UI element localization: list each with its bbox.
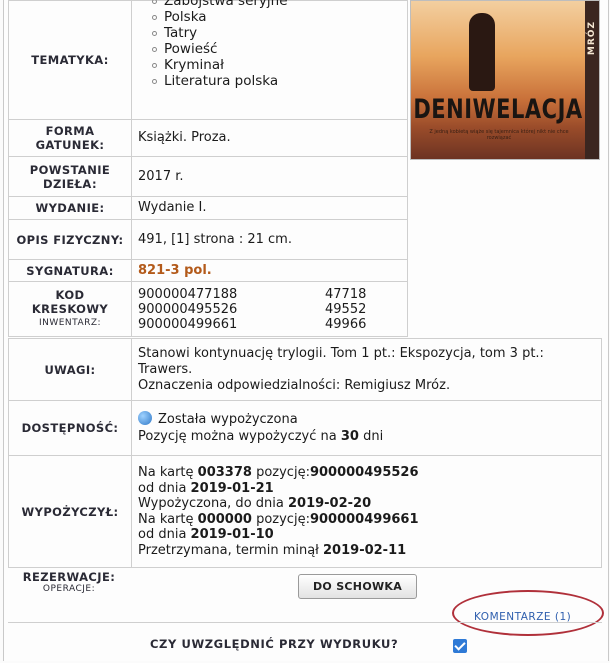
subject-item[interactable]: Literatura polska <box>152 73 401 89</box>
inventory-value: 49552 <box>325 301 367 317</box>
loan-line: od dnia 2019-01-21 <box>138 480 274 496</box>
loan-line: Na kartę 003378 pozycję:900000495526 <box>138 465 419 480</box>
dostepnosc-label: DOSTĘPNOŚĆ: <box>8 400 132 456</box>
subject-item[interactable]: Zabójstwa seryjne <box>152 0 401 9</box>
barcode-row: 900000499661 49966 <box>138 317 407 332</box>
loan-line: Przetrzymana, termin minął 2019-02-11 <box>138 542 407 558</box>
barcode-row: 900000495526 49552 <box>138 302 407 317</box>
barcode-value: 900000495526 <box>138 301 238 317</box>
subject-list: Zabójstwa seryjne Polska Tatry Powieść K… <box>138 0 401 89</box>
cover-figure <box>469 13 495 91</box>
inventory-value: 47718 <box>325 286 367 302</box>
cover-blurb: Z jedną kobietą wiąże się tajemnica któr… <box>429 129 569 141</box>
subject-item[interactable]: Polska <box>152 9 401 25</box>
loan-line: od dnia 2019-01-10 <box>138 527 274 542</box>
tematyka-label: TEMATYKA: <box>8 0 132 120</box>
inventory-value: 49966 <box>325 316 367 332</box>
bullet-icon <box>152 0 157 4</box>
bullet-icon <box>152 47 157 52</box>
print-include-checkbox[interactable] <box>453 639 467 653</box>
cover-title: DENIWELACJA <box>413 94 583 124</box>
bullet-icon <box>152 15 157 20</box>
print-include-label: CZY UWZGLĘDNIĆ PRZY WYDRUKU? <box>150 637 399 651</box>
sygnatura-label: SYGNATURA: <box>8 259 132 282</box>
barcode-value: 900000499661 <box>138 316 238 332</box>
uwagi-responsibility: Oznaczenia odpowiedzialności: Remigiusz … <box>138 377 451 393</box>
dostepnosc-value: Została wypożyczona Pozycję można wypoży… <box>131 400 602 456</box>
to-clipboard-button-wrap: DO SCHOWKA <box>298 574 418 599</box>
opis-label: OPIS FIZYCZNY: <box>8 219 132 260</box>
loan-line: Wypożyczona, do dnia 2019-02-20 <box>138 496 372 511</box>
status-globe-icon <box>138 411 152 425</box>
record-details-table: TEMATYKA: Zabójstwa seryjne Polska Tatry… <box>8 0 408 337</box>
subject-item[interactable]: Kryminał <box>152 57 401 73</box>
uwagi-row: UWAGI: Stanowi kontynuację trylogii. Tom… <box>8 338 602 568</box>
cover-spine: MRÓZ <box>585 1 599 159</box>
wydanie-label: WYDANIE: <box>8 196 132 220</box>
bullet-icon <box>152 79 157 84</box>
opis-value: 491, [1] strona : 21 cm. <box>131 219 408 260</box>
loan-period: Pozycję można wypożyczyć na 30 dni <box>138 429 384 444</box>
powstanie-value: 2017 r. <box>131 156 408 197</box>
powstanie-label: POWSTANIE DZIEŁA: <box>8 156 132 197</box>
uwagi-label: UWAGI: <box>8 338 132 401</box>
loan-line: Na kartę 000000 pozycję:900000499661 <box>138 511 419 527</box>
uwagi-note: Stanowi kontynuację trylogii. Tom 1 pt.:… <box>138 345 544 377</box>
divider <box>8 622 602 623</box>
kod-label-main: KOD KRESKOWY <box>31 288 109 316</box>
wypozyczyl-label: WYPOŻYCZYŁ: <box>8 455 132 568</box>
availability-status: Została wypożyczona <box>158 412 298 427</box>
wydanie-value: Wydanie I. <box>131 196 408 220</box>
sygnatura-value: 821-3 pol. <box>131 259 408 282</box>
uwagi-value: Stanowi kontynuację trylogii. Tom 1 pt.:… <box>131 338 602 401</box>
rezerwacje-label: REZERWACJE: OPERACJE: <box>8 570 130 594</box>
book-cover-image[interactable]: MRÓZ DENIWELACJA Z jedną kobietą wiąże s… <box>410 0 600 160</box>
wypozyczyl-value: Na kartę 003378 pozycję:900000495526 od … <box>131 455 602 568</box>
tematyka-values: Zabójstwa seryjne Polska Tatry Powieść K… <box>131 0 408 120</box>
print-include-checkbox-wrap <box>453 636 467 655</box>
barcode-row: 900000477188 47718 <box>138 287 407 302</box>
barcode-table: 900000477188 47718 900000495526 49552 90… <box>138 287 407 332</box>
cover-author: MRÓZ <box>587 21 597 56</box>
operacje-label: OPERACJE: <box>42 584 96 594</box>
subject-item[interactable]: Powieść <box>152 41 401 57</box>
barcode-value: 900000477188 <box>138 286 238 302</box>
forma-label: FORMA GATUNEK: <box>8 119 132 157</box>
inwentarz-label: INWENTARZ: <box>38 318 102 328</box>
subject-item[interactable]: Tatry <box>152 25 401 41</box>
forma-value: Książki. Proza. <box>131 119 408 157</box>
kod-label: KOD KRESKOWY INWENTARZ: <box>8 281 132 337</box>
bullet-icon <box>152 31 157 36</box>
do-schowka-button[interactable]: DO SCHOWKA <box>298 574 418 599</box>
bullet-icon <box>152 63 157 68</box>
kod-values: 900000477188 47718 900000495526 49552 90… <box>131 281 408 337</box>
